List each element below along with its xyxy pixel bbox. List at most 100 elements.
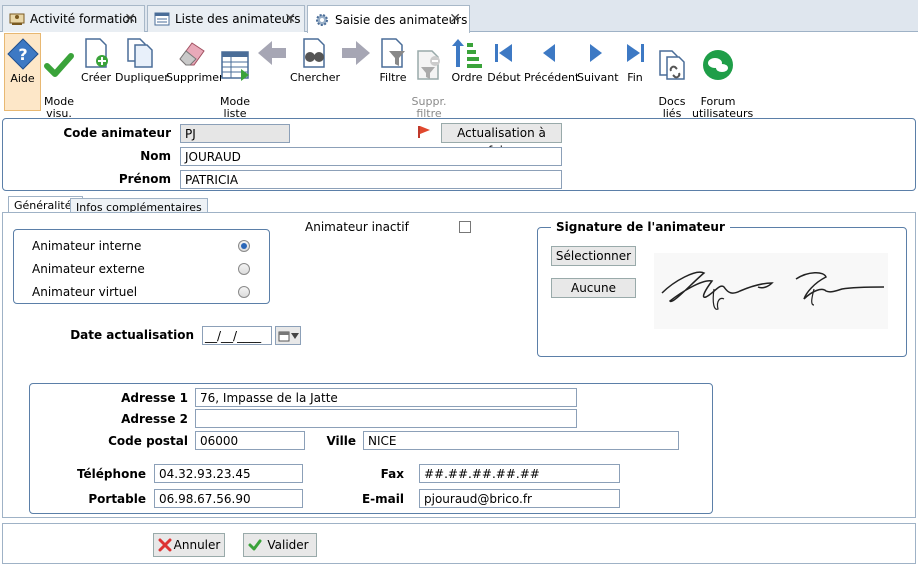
adresse1-field[interactable]: 76, Impasse de la Jatte: [195, 388, 577, 407]
chevron-down-icon: [291, 333, 299, 339]
filter-label: Filtre: [379, 71, 407, 84]
portable-field[interactable]: 06.98.67.56.90: [154, 489, 303, 508]
close-icon[interactable]: ✕: [449, 11, 461, 27]
check-icon: [44, 53, 74, 77]
calendar-icon: [278, 331, 290, 342]
nom-label: Nom: [140, 149, 171, 163]
cp-label: Code postal: [108, 434, 188, 448]
mode-liste-button[interactable]: Mode liste: [219, 33, 251, 120]
next-label: Suivant: [577, 71, 619, 84]
duplicate-label: Dupliquer: [115, 71, 169, 84]
list-grid-icon: [221, 51, 249, 81]
ville-label: Ville: [326, 434, 356, 448]
binoculars-icon: [303, 38, 325, 68]
calendar-button[interactable]: [275, 326, 301, 345]
chat-icon: [703, 50, 733, 80]
adresse2-field[interactable]: [195, 409, 577, 428]
tab-saisie-animateurs[interactable]: Saisie des animateurs ✕: [307, 5, 470, 33]
last-button[interactable]: Fin: [619, 33, 651, 84]
first-button[interactable]: Début: [486, 33, 522, 84]
check-icon: [248, 539, 262, 551]
tel-label: Téléphone: [76, 467, 146, 481]
cancel-button[interactable]: Annuler: [153, 533, 225, 557]
forum-button[interactable]: Forum utilisateurs: [692, 33, 753, 120]
tel-field[interactable]: 04.32.93.23.45: [154, 464, 303, 483]
radio-externe[interactable]: [238, 263, 250, 275]
previous-button[interactable]: Précédent: [524, 33, 579, 84]
remove-filter-button[interactable]: Suppr. filtre: [411, 33, 447, 120]
actualisation-button[interactable]: Actualisation à faire: [441, 123, 562, 158]
delete-label: Supprimer: [166, 71, 224, 84]
radio-label-externe: Animateur externe: [32, 262, 145, 276]
select-signature-button[interactable]: Sélectionner: [551, 246, 636, 266]
email-label: E-mail: [361, 492, 404, 506]
help-button[interactable]: ? Aide: [4, 33, 41, 111]
portable-label: Portable: [88, 492, 146, 506]
nom-field[interactable]: JOURAUD: [180, 147, 562, 166]
mode-visu-label: Mode visu.: [44, 95, 74, 120]
eraser-icon: [179, 42, 205, 66]
sort-label: Ordre: [451, 71, 483, 84]
radio-label-interne: Animateur interne: [32, 239, 142, 253]
tab-bar: Activité formation ✕ Liste des animateur…: [0, 0, 918, 33]
tab-liste-animateurs[interactable]: Liste des animateurs ✕: [147, 5, 305, 32]
prenom-field[interactable]: PATRICIA: [180, 170, 562, 189]
flag-icon: [418, 126, 430, 138]
toolbar: ? Aide Mode visu. Créer Dupliquer Suppri…: [0, 33, 918, 120]
cp-field[interactable]: 06000: [195, 431, 305, 450]
create-button[interactable]: Créer: [79, 33, 113, 84]
ville-field[interactable]: NICE: [363, 431, 679, 450]
help-icon: ?: [6, 38, 39, 70]
cancel-icon: [158, 538, 172, 552]
mode-visu-button[interactable]: Mode visu.: [42, 33, 76, 120]
remove-filter-label: Suppr. filtre: [411, 95, 447, 120]
first-label: Début: [487, 71, 521, 84]
email-field[interactable]: pjouraud@brico.fr: [419, 489, 620, 508]
tab-activite-formation[interactable]: Activité formation ✕: [2, 5, 145, 32]
duplicate-button[interactable]: Dupliquer: [115, 33, 169, 84]
filter-button[interactable]: Filtre: [377, 33, 409, 84]
sort-button[interactable]: Ordre: [450, 33, 484, 84]
search-label: Chercher: [290, 71, 341, 84]
forum-label: Forum utilisateurs: [692, 95, 754, 120]
linked-docs-button[interactable]: Docs liés: [655, 33, 689, 120]
last-icon: [627, 44, 644, 62]
mode-liste-label: Mode liste: [220, 95, 250, 120]
gear-icon: [316, 13, 328, 26]
validate-button[interactable]: Valider: [243, 533, 317, 557]
inactif-label: Animateur inactif: [305, 220, 409, 234]
create-label: Créer: [80, 71, 112, 84]
training-icon: [9, 13, 25, 25]
close-icon[interactable]: ✕: [284, 11, 296, 27]
radio-label-virtuel: Animateur virtuel: [32, 285, 138, 299]
next-arrow-button: [340, 33, 372, 72]
previous-label: Précédent: [524, 71, 580, 84]
adresse2-label: Adresse 2: [121, 412, 188, 426]
inactif-checkbox[interactable]: [459, 221, 471, 233]
radio-interne[interactable]: [238, 240, 250, 252]
first-icon: [495, 44, 512, 62]
no-signature-button[interactable]: Aucune: [551, 278, 636, 298]
remove-filter-icon: [417, 50, 440, 80]
arrow-left-icon: [258, 41, 286, 65]
date-label: Date actualisation: [70, 328, 194, 342]
validate-label: Valider: [267, 538, 309, 552]
code-field[interactable]: PJ: [180, 124, 290, 143]
filter-icon: [381, 38, 405, 68]
next-button[interactable]: Suivant: [577, 33, 619, 84]
arrow-right-icon: [342, 41, 370, 65]
radio-virtuel[interactable]: [238, 286, 250, 298]
help-label: Aide: [10, 72, 35, 85]
previous-icon: [543, 44, 555, 62]
sort-icon: [452, 39, 482, 68]
linked-documents-icon: [659, 50, 685, 80]
search-button[interactable]: Chercher: [290, 33, 341, 84]
fax-label: Fax: [380, 467, 404, 481]
delete-button[interactable]: Supprimer: [166, 33, 224, 84]
signature-title: Signature de l'animateur: [551, 220, 730, 234]
tab-label: Activité formation: [30, 12, 138, 26]
fax-field[interactable]: ##.##.##.##.##: [419, 464, 620, 483]
date-field[interactable]: __/__/____: [202, 326, 272, 345]
svg-text:?: ?: [18, 45, 27, 64]
close-icon[interactable]: ✕: [124, 11, 136, 27]
